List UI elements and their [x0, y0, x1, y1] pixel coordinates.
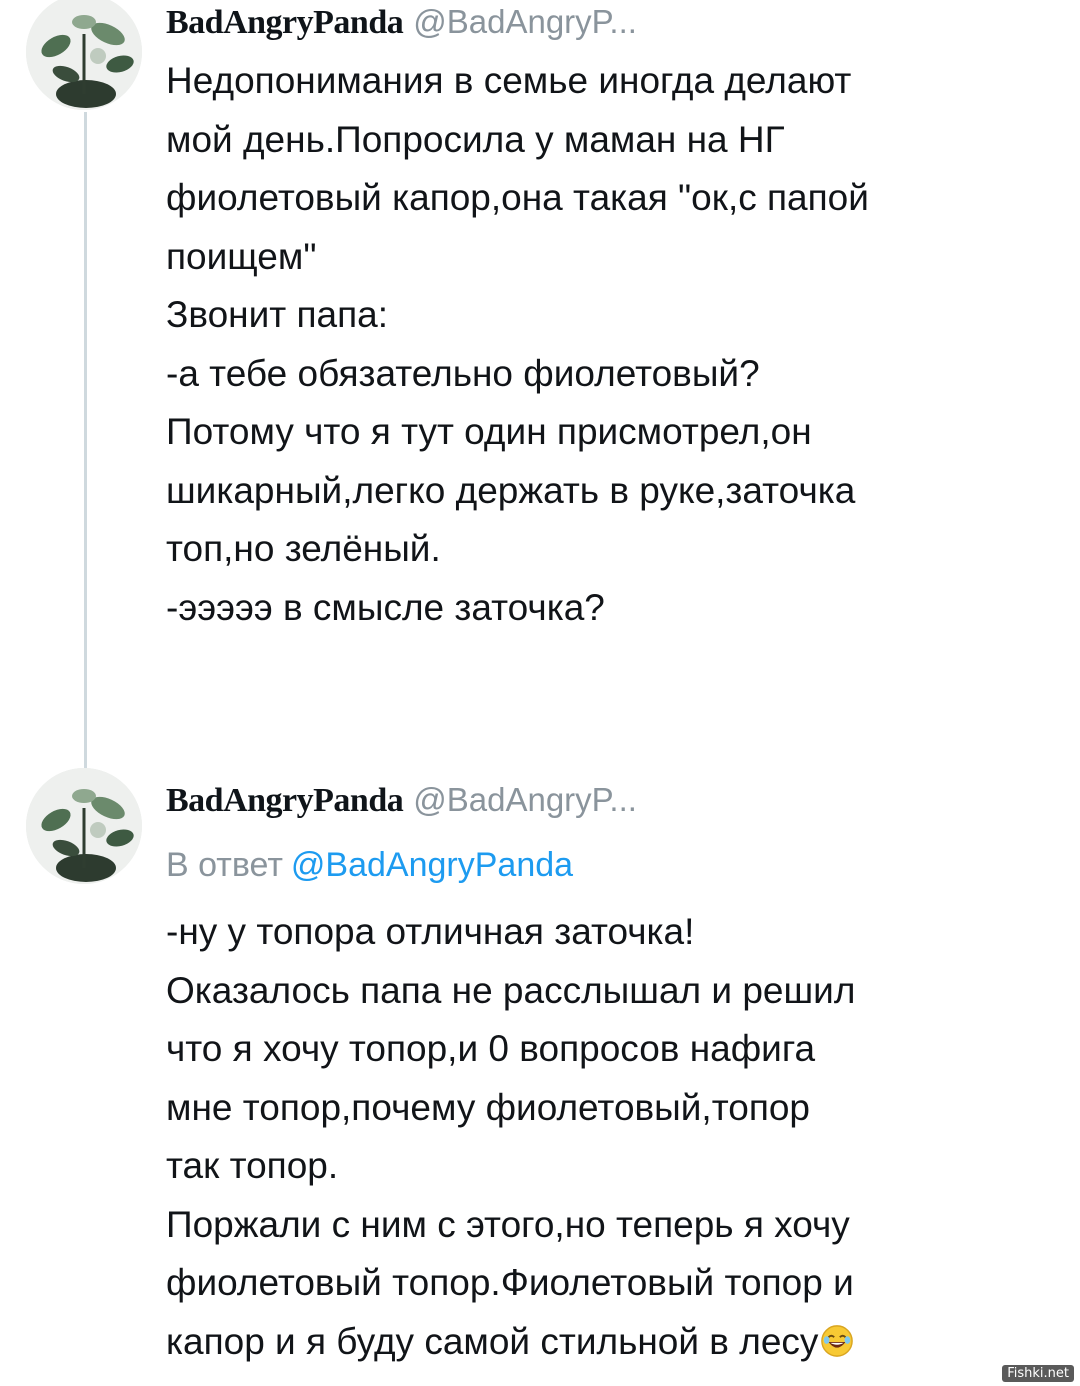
text-line: поищем"	[166, 235, 317, 277]
avatar[interactable]	[26, 0, 142, 110]
text-line: так топор.	[166, 1145, 339, 1186]
tweet-header: BadAngryPanda @BadAngryP...	[166, 2, 637, 43]
text-line: -а тебе обязательно фиолетовый?	[166, 352, 760, 394]
avatar-plant-image	[26, 0, 142, 110]
text-line: мне топор,почему фиолетовый,топор	[166, 1086, 811, 1128]
last-line-text: капор и я буду самой стильной в лесу	[166, 1320, 819, 1362]
text-line: Оказалось папа не расслышал и решил	[166, 969, 856, 1011]
author-name[interactable]: BadAngryPanda	[166, 4, 404, 41]
tweet-header: BadAngryPanda @BadAngryP...	[166, 780, 637, 821]
text-line: что я хочу топор,и 0 вопросов нафига	[166, 1028, 816, 1069]
text-line: шикарный,легко держать в руке,заточка	[166, 469, 856, 511]
text-line: фиолетовый капор,она такая "ок,с папой	[166, 177, 869, 218]
text-line: Недопонимания в семье иногда делают	[166, 60, 852, 101]
tweet-text: Недопонимания в семье иногда делают мой …	[166, 52, 1066, 637]
text-line: -эээээ в смысле заточка?	[166, 586, 605, 628]
author-handle[interactable]: @BadAngryP...	[413, 3, 637, 40]
text-line: топ,но зелёный.	[166, 528, 441, 569]
text-line: Потому что я тут один присмотрел,он	[166, 411, 812, 452]
thread-connector-line	[84, 112, 87, 780]
avatar-plant-image	[26, 768, 142, 884]
author-name[interactable]: BadAngryPanda	[166, 782, 404, 819]
text-line: мой день.Попросила у маман на НГ	[166, 118, 785, 160]
avatar[interactable]	[26, 768, 142, 884]
text-line: капор и я буду самой стильной в лесу	[166, 1313, 1066, 1372]
tweet-text: -ну у топора отличная заточка! Оказалось…	[166, 903, 1066, 1371]
reply-prefix: В ответ	[166, 846, 283, 884]
text-line: Поржали с ним с этого,но теперь я хочу	[166, 1203, 850, 1245]
reply-context: В ответ @BadAngryPanda	[166, 845, 573, 885]
watermark: Fishki.net	[1002, 1365, 1074, 1382]
reply-to-link[interactable]: @BadAngryPanda	[291, 846, 573, 884]
laughing-face-icon	[821, 1324, 854, 1357]
text-line: фиолетовый топор.Фиолетовый топор и	[166, 1262, 854, 1303]
author-handle[interactable]: @BadAngryP...	[413, 781, 637, 818]
text-line: Звонит папа:	[166, 294, 388, 335]
text-line: -ну у топора отличная заточка!	[166, 911, 695, 952]
